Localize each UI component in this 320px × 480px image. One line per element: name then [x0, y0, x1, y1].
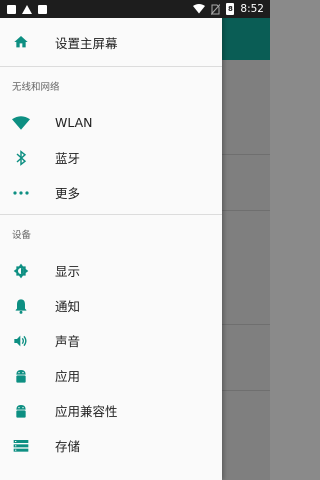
drawer-item-label: 声音: [55, 334, 81, 349]
bluetooth-icon: [12, 149, 30, 167]
notification-square-icon: [7, 4, 16, 14]
android-icon: [12, 367, 30, 385]
battery-level-text: 8: [227, 5, 233, 13]
background-divider: [222, 390, 270, 391]
drawer-item-label: 应用兼容性: [55, 404, 118, 419]
notification-square-icon: [38, 4, 47, 14]
wifi-icon: [12, 114, 30, 132]
brightness-icon: [12, 262, 30, 280]
background-divider: [222, 324, 270, 325]
battery-icon: 8: [226, 3, 235, 15]
more-dots-icon: [12, 184, 30, 202]
warning-icon: [22, 4, 32, 14]
background-divider: [222, 210, 270, 211]
drawer-item-more[interactable]: 更多: [0, 175, 222, 210]
drawer-item-label: 存储: [55, 439, 81, 454]
drawer-item-label: 通知: [55, 299, 81, 314]
section-header-wireless: 无线和网络: [12, 82, 60, 93]
status-time: 8:52: [240, 3, 264, 15]
drawer-item-label: WLAN: [55, 115, 93, 130]
volume-icon: [12, 332, 30, 350]
drawer-item-display[interactable]: 显示: [0, 253, 222, 288]
drawer-item-sound[interactable]: 声音: [0, 323, 222, 358]
wifi-icon: [193, 4, 206, 14]
bell-icon: [12, 297, 30, 315]
drawer-item-label: 设置主屏幕: [55, 35, 118, 51]
background-divider: [222, 154, 270, 155]
drawer-item-notifications[interactable]: 通知: [0, 288, 222, 323]
drawer-item-label: 应用: [55, 369, 81, 384]
drawer-item-label: 蓝牙: [55, 151, 81, 166]
drawer-item-bluetooth[interactable]: 蓝牙: [0, 140, 222, 175]
section-header-device: 设备: [12, 230, 32, 241]
navigation-drawer: 设置主屏幕 无线和网络 WLAN 蓝牙 更多 设备 显示 通知 声音 应用 应用…: [0, 0, 222, 480]
drawer-item-storage[interactable]: 存储: [0, 428, 222, 463]
drawer-item-app-compatibility[interactable]: 应用兼容性: [0, 393, 222, 428]
home-icon: [12, 33, 30, 51]
drawer-item-label: 更多: [55, 186, 81, 201]
status-bar: 8 8:52: [0, 0, 270, 18]
storage-icon: [12, 437, 30, 455]
drawer-item-wlan[interactable]: WLAN: [0, 105, 222, 140]
drawer-item-home-settings[interactable]: 设置主屏幕: [0, 18, 222, 66]
no-sim-icon: [211, 3, 221, 15]
drawer-item-apps[interactable]: 应用: [0, 358, 222, 393]
drawer-item-label: 显示: [55, 264, 81, 279]
android-icon: [12, 402, 30, 420]
